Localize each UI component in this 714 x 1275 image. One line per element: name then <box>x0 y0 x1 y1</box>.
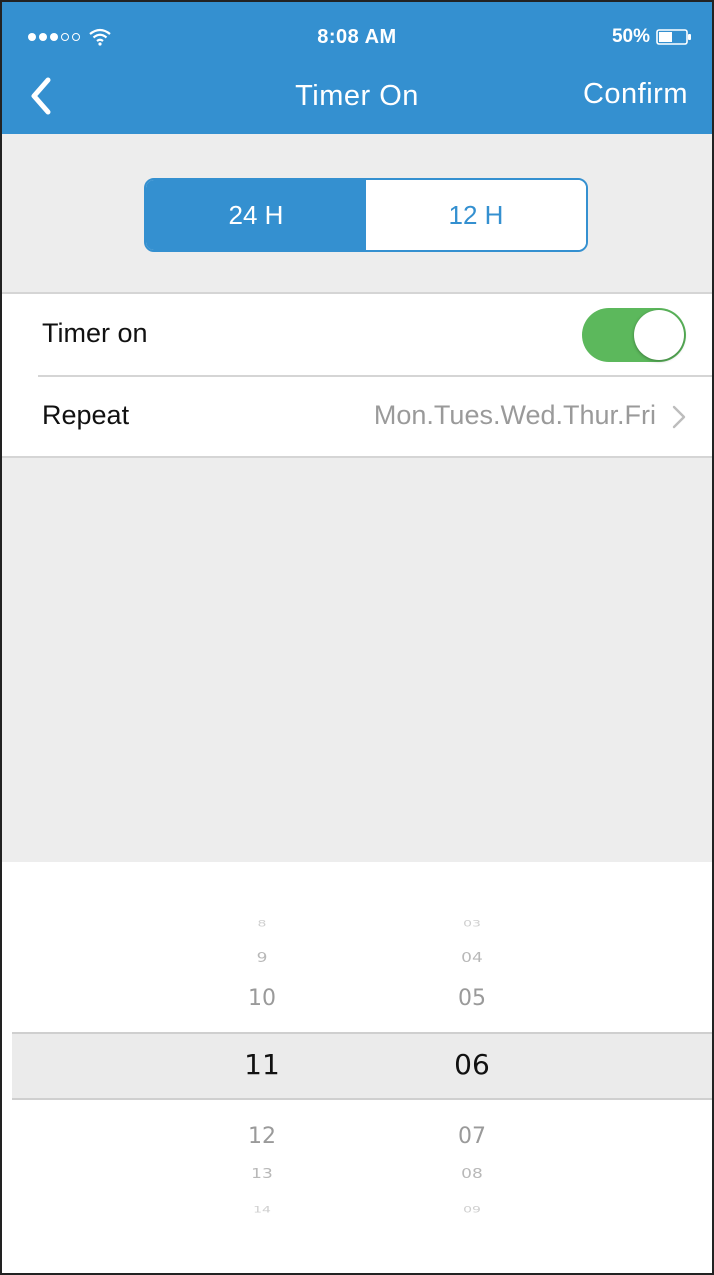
hour-wheel[interactable]: 8 9 10 11 12 13 14 <box>202 862 322 1273</box>
minute-option[interactable]: 08 <box>412 1166 532 1182</box>
picker-selection-band <box>12 1032 712 1100</box>
minute-option[interactable]: 07 <box>412 1124 532 1149</box>
battery-indicator: 50% <box>612 26 692 48</box>
repeat-label: Repeat <box>42 400 130 430</box>
repeat-row[interactable]: Repeat Mon.Tues.Wed.Thur.Fri <box>2 376 712 458</box>
time-picker: 8 9 10 11 12 13 14 03 04 05 06 07 08 09 <box>2 862 712 1273</box>
segment-24h[interactable]: 24 H <box>146 180 366 250</box>
confirm-button[interactable]: Confirm <box>583 78 688 111</box>
battery-percent: 50% <box>611 26 650 47</box>
battery-icon <box>656 29 691 45</box>
hour-option[interactable]: 14 <box>202 1205 322 1215</box>
minute-option[interactable]: 05 <box>412 986 532 1011</box>
chevron-right-icon <box>672 405 686 429</box>
phone-screen: 8:08 AM 50% Timer On Confirm 24 H 12 H T… <box>0 0 714 1275</box>
hour-option[interactable]: 13 <box>202 1166 322 1182</box>
hour-option[interactable]: 12 <box>202 1124 322 1149</box>
repeat-value: Mon.Tues.Wed.Thur.Fri <box>373 400 656 430</box>
time-format-segmented-control: 24 H 12 H <box>144 178 588 252</box>
minute-option[interactable]: 03 <box>412 919 532 929</box>
hour-selected[interactable]: 11 <box>202 1048 322 1081</box>
hour-option[interactable]: 9 <box>202 950 322 966</box>
status-bar: 8:08 AM 50% <box>2 2 712 66</box>
timer-on-toggle[interactable] <box>582 308 686 362</box>
minute-option[interactable]: 09 <box>412 1205 532 1215</box>
hour-option[interactable]: 8 <box>202 919 322 929</box>
settings-list: Timer on Repeat Mon.Tues.Wed.Thur.Fri <box>2 292 712 458</box>
toggle-knob <box>634 310 684 360</box>
minute-option[interactable]: 04 <box>412 950 532 966</box>
minute-wheel[interactable]: 03 04 05 06 07 08 09 <box>412 862 532 1273</box>
nav-bar: Timer On Confirm <box>2 66 712 134</box>
header: 8:08 AM 50% Timer On Confirm <box>2 2 712 134</box>
segment-12h[interactable]: 12 H <box>366 180 586 250</box>
status-time: 8:08 AM <box>317 26 397 48</box>
minute-selected[interactable]: 06 <box>412 1048 532 1081</box>
timer-on-label: Timer on <box>42 318 148 348</box>
hour-option[interactable]: 10 <box>202 986 322 1011</box>
timer-on-row: Timer on <box>2 294 712 377</box>
